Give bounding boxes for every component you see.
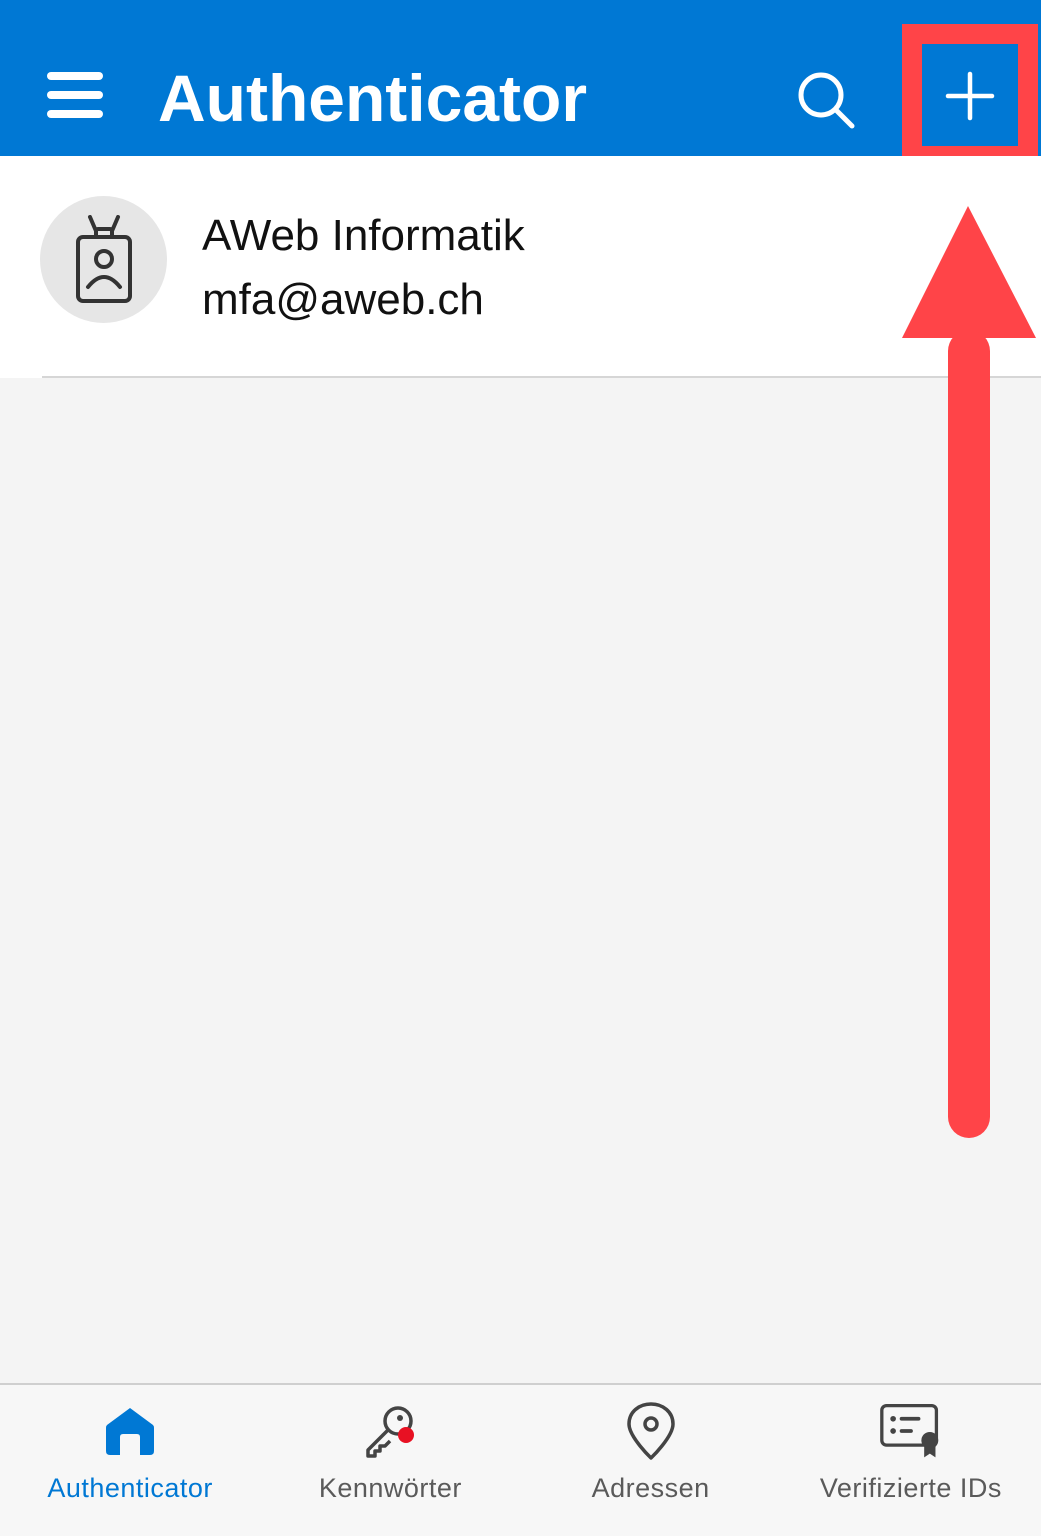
- nav-item-authenticator[interactable]: Authenticator: [0, 1385, 260, 1536]
- app-header: Authenticator: [0, 0, 1041, 156]
- nav-label: Adressen: [591, 1473, 710, 1503]
- location-pin-icon: [626, 1402, 675, 1460]
- search-button[interactable]: [790, 64, 862, 136]
- bottom-nav: Authenticator Kennwörter Adressen Verifi…: [0, 1383, 1041, 1536]
- nav-label: Authenticator: [47, 1473, 213, 1503]
- search-icon: [798, 72, 855, 129]
- nav-label: Verifizierte IDs: [819, 1473, 1002, 1503]
- account-name: AWeb Informatik: [202, 211, 525, 260]
- id-badge-icon: [75, 214, 132, 303]
- plus-icon: [945, 71, 995, 121]
- page-title: Authenticator: [158, 61, 587, 135]
- nav-item-adressen[interactable]: Adressen: [521, 1385, 781, 1536]
- home-icon: [106, 1408, 155, 1455]
- nav-item-kennwoerter[interactable]: Kennwörter: [260, 1385, 520, 1536]
- key-icon: [366, 1406, 415, 1458]
- menu-button[interactable]: [40, 60, 110, 130]
- authenticator-screen: Authenticator AWeb Informatik mfa@aweb.c…: [0, 0, 1041, 1536]
- nav-label: Kennwörter: [318, 1473, 462, 1503]
- account-list-item[interactable]: AWeb Informatik mfa@aweb.ch: [0, 156, 1041, 378]
- verified-id-card-icon: [880, 1403, 939, 1458]
- account-avatar: [40, 196, 167, 323]
- row-divider: [42, 376, 1041, 378]
- hamburger-menu-icon: [47, 72, 103, 118]
- account-email: mfa@aweb.ch: [202, 275, 484, 324]
- nav-item-verifizierte-ids[interactable]: Verifizierte IDs: [781, 1385, 1041, 1536]
- add-button[interactable]: [924, 48, 1016, 144]
